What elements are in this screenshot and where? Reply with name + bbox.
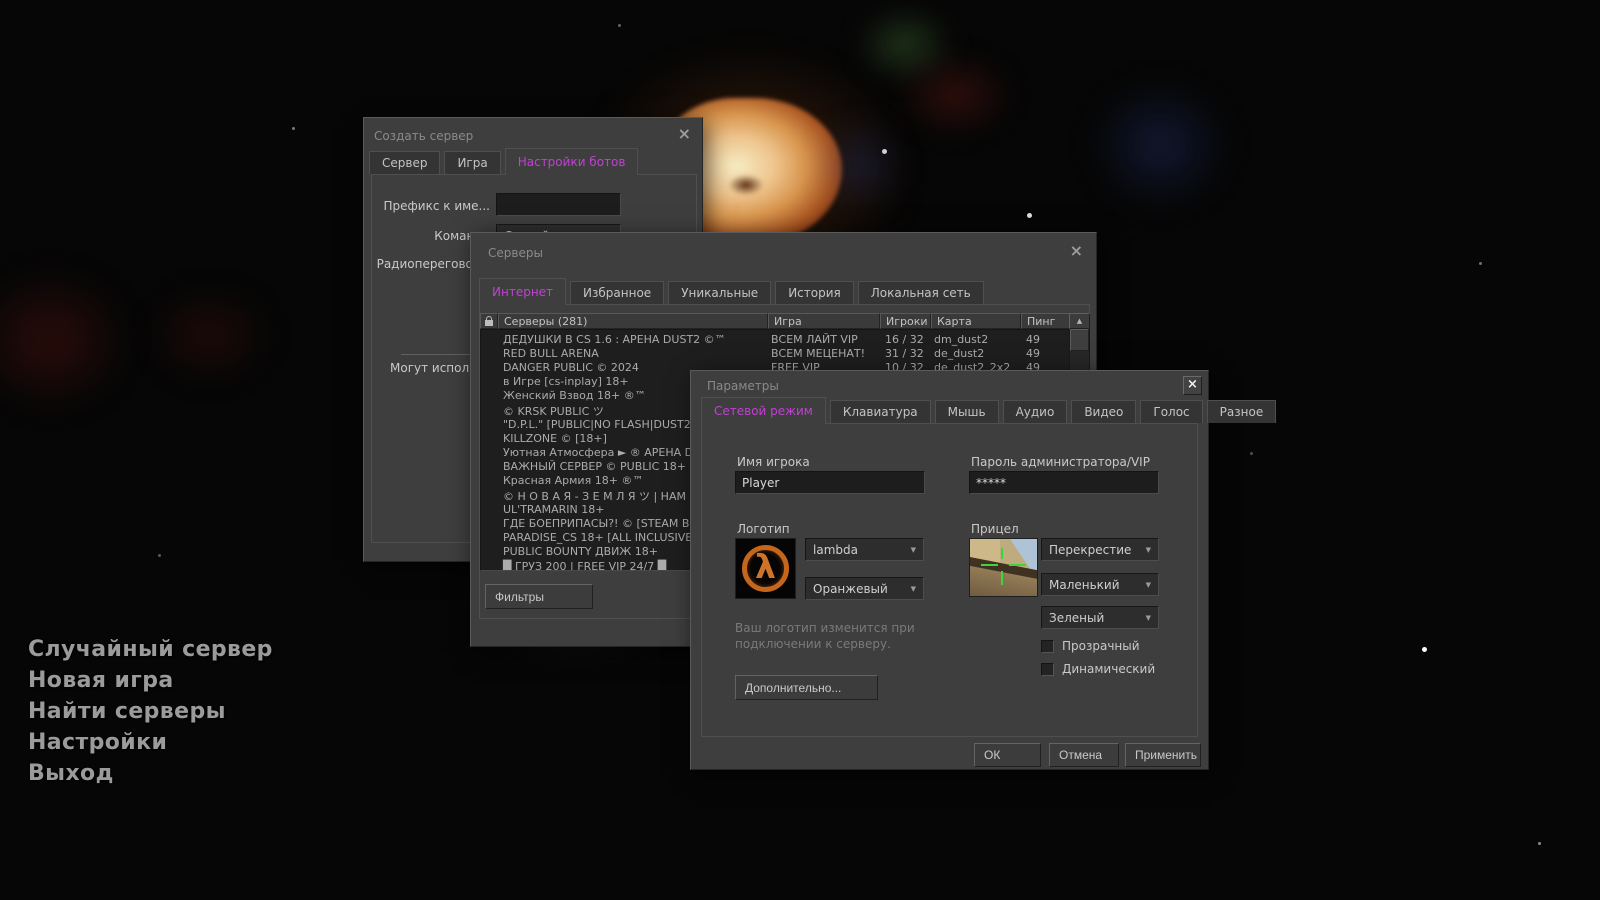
ok-button[interactable]: ОК	[974, 743, 1041, 767]
crosshair-size-value: Маленький	[1049, 578, 1120, 592]
translucent-checkbox[interactable]	[1041, 640, 1054, 653]
server-name: RED BULL ARENA	[499, 347, 769, 360]
tab[interactable]: Клавиатура	[830, 400, 931, 423]
crosshair-color-dropdown[interactable]: Зеленый	[1041, 606, 1159, 629]
crosshair-preview	[969, 538, 1038, 597]
server-ping: 49	[1022, 347, 1070, 360]
admin-password-input[interactable]	[969, 471, 1159, 494]
tab[interactable]: Интернет	[479, 278, 566, 305]
main-menu-item[interactable]: Найти серверы	[28, 699, 273, 726]
crosshair-segment	[981, 564, 998, 566]
close-icon[interactable]: ×	[1183, 376, 1202, 395]
close-icon[interactable]: ×	[1070, 244, 1083, 258]
servers-title: Серверы	[488, 246, 543, 260]
crosshair-size-dropdown[interactable]: Маленький	[1041, 573, 1159, 596]
red-glow	[900, 60, 1010, 130]
options-window: Параметры × Сетевой режимКлавиатураМышьА…	[690, 370, 1209, 770]
server-players: 16 / 32	[881, 333, 932, 346]
main-menu-item[interactable]: Случайный сервер	[28, 637, 273, 664]
options-title: Параметры	[707, 379, 779, 393]
crosshair-type-value: Перекрестие	[1049, 543, 1131, 557]
tab[interactable]: История	[775, 281, 854, 304]
tab[interactable]: Видео	[1071, 400, 1136, 423]
server-name: ДЕДУШКИ В CS 1.6 : АРЕНА DUST2 ©™	[499, 333, 769, 346]
player-name-input[interactable]	[735, 471, 925, 494]
apply-button[interactable]: Применить	[1125, 743, 1201, 767]
tab[interactable]: Избранное	[570, 281, 664, 304]
create-server-title: Создать сервер	[374, 129, 473, 143]
server-game: ВСЕМ МЕЦЕНАТ!	[769, 347, 881, 360]
green-glow	[860, 15, 950, 75]
tab[interactable]: Разное	[1207, 400, 1277, 423]
server-row[interactable]: RED BULL ARENA ВСЕМ МЕЦЕНАТ! 31 / 32 de_…	[481, 346, 1069, 360]
dynamic-checkbox-label: Динамический	[1062, 662, 1155, 676]
lambda-glyph: λ	[736, 547, 795, 586]
lock-column-header[interactable]	[480, 313, 498, 329]
red-nebula-left2	[150, 290, 270, 380]
tab[interactable]: Мышь	[935, 400, 999, 423]
column-header-name[interactable]: Серверы (281)	[498, 313, 768, 329]
server-players: 31 / 32	[881, 347, 932, 360]
servers-tabs: ИнтернетИзбранноеУникальныеИсторияЛокаль…	[479, 277, 988, 304]
server-ping: 49	[1022, 333, 1070, 346]
dynamic-checkbox[interactable]	[1041, 663, 1054, 676]
advanced-button[interactable]: Дополнительно...	[735, 675, 878, 700]
close-icon[interactable]: ×	[678, 127, 691, 141]
scrollbar-up-button[interactable]	[1069, 313, 1090, 329]
tab[interactable]: Аудио	[1003, 400, 1068, 423]
logo-name-value: lambda	[813, 543, 858, 557]
cancel-button[interactable]: Отмена	[1049, 743, 1119, 767]
options-tabs: Сетевой режимКлавиатураМышьАудиоВидеоГол…	[701, 396, 1280, 423]
tab[interactable]: Локальная сеть	[858, 281, 984, 304]
crosshair-segment	[1001, 571, 1003, 585]
column-header-map[interactable]: Карта	[931, 313, 1021, 329]
main-menu-item[interactable]: Настройки	[28, 730, 273, 757]
server-row[interactable]: ДЕДУШКИ В CS 1.6 : АРЕНА DUST2 ©™ ВСЕМ Л…	[481, 332, 1069, 346]
server-map: de_dust2	[932, 347, 1022, 360]
crosshair-segment	[1009, 564, 1026, 566]
crosshair-type-dropdown[interactable]: Перекрестие	[1041, 538, 1159, 561]
tab[interactable]: Сервер	[369, 151, 440, 174]
scrollbar-thumb[interactable]	[1070, 329, 1089, 351]
red-nebula-left	[0, 270, 130, 410]
server-map: dm_dust2	[932, 333, 1022, 346]
tab[interactable]: Уникальные	[668, 281, 771, 304]
column-header-ping[interactable]: Пинг	[1021, 313, 1070, 329]
main-menu: Случайный сервер Новая игра Найти серверы Н…	[28, 637, 273, 792]
tab[interactable]: Игра	[444, 151, 500, 174]
translucent-checkbox-label: Прозрачный	[1062, 639, 1140, 653]
server-game: ВСЕМ ЛАЙТ VIP	[769, 333, 881, 346]
tab[interactable]: Голос	[1140, 400, 1202, 423]
blue-glow	[1090, 80, 1230, 210]
column-header-players[interactable]: Игроки	[880, 313, 931, 329]
create-server-tabs: СерверИграНастройки ботов	[369, 147, 642, 174]
starfield	[0, 0, 3, 3]
logo-color-value: Оранжевый	[813, 582, 888, 596]
logo-color-dropdown[interactable]: Оранжевый	[805, 577, 924, 600]
main-menu-item[interactable]: Выход	[28, 761, 273, 788]
column-header-game[interactable]: Игра	[768, 313, 880, 329]
tab[interactable]: Сетевой режим	[701, 397, 826, 424]
crosshair-color-value: Зеленый	[1049, 611, 1104, 625]
lock-icon	[485, 320, 493, 326]
game-background: Случайный сервер Новая игра Найти серверы Н…	[0, 0, 1600, 900]
lambda-logo-preview: λ	[735, 538, 796, 599]
server-table-header: Серверы (281) Игра Игроки Карта Пинг	[480, 313, 1070, 329]
crosshair-segment	[1001, 548, 1003, 559]
logo-name-dropdown[interactable]: lambda	[805, 538, 924, 561]
main-menu-item[interactable]: Новая игра	[28, 668, 273, 695]
tab[interactable]: Настройки ботов	[505, 148, 639, 175]
